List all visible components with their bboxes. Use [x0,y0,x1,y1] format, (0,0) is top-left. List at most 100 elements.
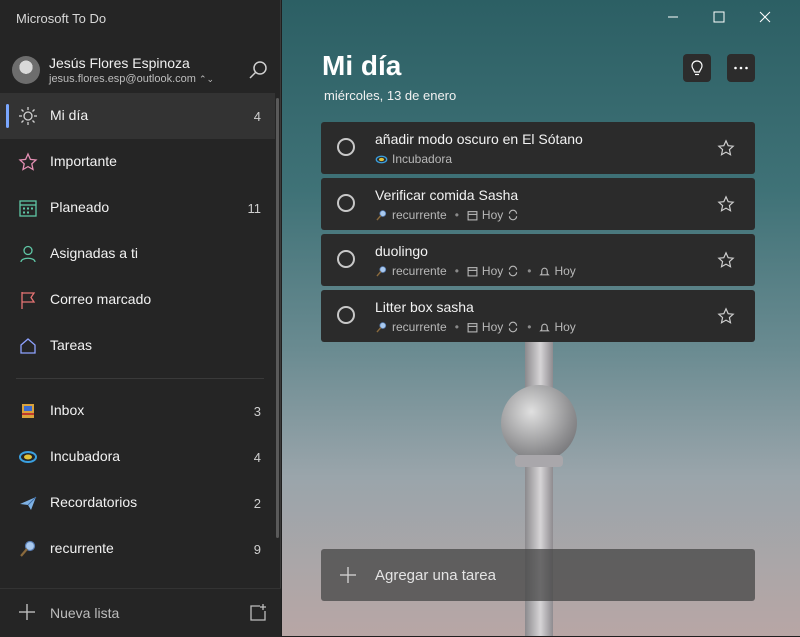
magnifier-emoji-icon [376,209,387,221]
magnifier-emoji-icon [376,265,387,277]
sidebar-item-correo-marcado[interactable]: Correo marcado [0,277,275,323]
sidebar-item-label: Recordatorios [50,494,138,510]
sidebar-item-count: 4 [253,450,261,465]
sidebar-item-asignadas[interactable]: Asignadas a ti [0,231,275,277]
meta-separator: • [454,320,459,334]
task-meta: recurrente • Hoy • Hoy [375,320,576,334]
plus-icon [19,604,35,620]
new-list-label: Nueva lista [50,605,120,621]
calendar-icon [467,210,478,220]
star-icon[interactable] [717,307,735,325]
bell-icon [539,267,551,275]
task-list-name: recurrente [392,320,447,334]
sidebar-nav: Mi día 4 Importante Planeado 11 Asignada… [0,93,275,602]
incubator-emoji-icon [375,155,388,163]
sidebar-list-recordatorios[interactable]: Recordatorios 2 [0,480,275,526]
sidebar-scrollbar[interactable] [276,98,279,538]
add-task-label: Agregar una tarea [375,567,496,584]
add-task-input[interactable]: Agregar una tarea [321,549,755,601]
main-panel: Mi día miércoles, 13 de enero añadir mod… [282,0,800,636]
bell-icon [539,323,551,331]
task-title: añadir modo oscuro en El Sótano [375,131,583,147]
sidebar-item-label: Asignadas a ti [50,245,138,261]
task-due: Hoy [481,320,504,334]
sidebar-item-label: Incubadora [50,448,121,464]
task-list: añadir modo oscuro en El Sótano Incubado… [321,122,755,346]
profile-name: Jesús Flores Espinoza [49,55,190,71]
task-title: duolingo [375,243,428,259]
repeat-icon [509,265,518,277]
task-item[interactable]: duolingo recurrente • Hoy • Hoy [321,234,755,286]
task-meta: recurrente • Hoy [375,208,519,222]
active-indicator [6,104,9,128]
home-icon [20,338,36,354]
app-window: Microsoft To Do Jesús Flores Espinoza je… [0,0,800,637]
star-icon[interactable] [717,251,735,269]
profile-switcher[interactable]: Jesús Flores Espinoza jesus.flores.esp@o… [0,48,281,92]
sidebar-item-count: 4 [253,109,261,124]
background-tower [501,385,577,461]
complete-checkbox[interactable] [337,194,355,212]
star-icon[interactable] [717,195,735,213]
sidebar-item-label: Tareas [50,337,93,353]
profile-email: jesus.flores.esp@outlook.com ⌃⌄ [49,73,215,85]
sidebar-list-recurrente[interactable]: recurrente 9 [0,526,275,572]
sidebar-item-count: 11 [247,201,262,216]
plus-icon [340,567,356,583]
sidebar-item-planeado[interactable]: Planeado 11 [0,185,275,231]
star-icon[interactable] [717,139,735,157]
task-reminder: Hoy [554,320,576,334]
window-controls [650,0,800,34]
page-date: miércoles, 13 de enero [324,88,457,103]
task-list-name: Incubadora [392,152,453,166]
flag-icon [21,292,36,309]
new-list-button[interactable]: Nueva lista [0,588,281,637]
minimize-icon [668,16,678,18]
sidebar-item-importante[interactable]: Importante [0,139,275,185]
complete-checkbox[interactable] [337,306,355,324]
task-title: Verificar comida Sasha [375,187,519,203]
task-reminder: Hoy [554,264,576,278]
complete-checkbox[interactable] [337,138,355,156]
new-group-icon[interactable] [248,603,268,623]
sidebar-item-mi-dia[interactable]: Mi día 4 [0,93,275,139]
star-icon [18,152,38,171]
sidebar-item-count: 2 [253,496,261,511]
calendar-icon [19,200,37,217]
more-options-button[interactable] [727,54,755,82]
background-tower [515,455,563,467]
task-item[interactable]: Verificar comida Sasha recurrente • Hoy [321,178,755,230]
task-item[interactable]: Litter box sasha recurrente • Hoy • Hoy [321,290,755,342]
complete-checkbox[interactable] [337,250,355,268]
magnifier-emoji-icon [20,540,36,557]
meta-separator: • [454,264,459,278]
repeat-icon [509,321,518,333]
sidebar-list-inbox[interactable]: Inbox 3 [0,388,275,434]
sidebar-list-incubadora[interactable]: Incubadora 4 [0,434,275,480]
sidebar-item-label: Importante [50,153,117,169]
person-icon [20,245,36,263]
meta-separator: • [527,320,532,334]
sidebar-separator [16,378,264,379]
task-due: Hoy [481,264,504,278]
close-button[interactable] [742,0,788,34]
task-title: Litter box sasha [375,299,474,315]
close-icon [759,11,771,23]
calendar-icon [467,266,478,276]
task-item[interactable]: añadir modo oscuro en El Sótano Incubado… [321,122,755,174]
sidebar-item-tareas[interactable]: Tareas [0,323,275,369]
sidebar-item-label: recurrente [50,540,114,556]
sidebar-item-count: 3 [253,404,261,419]
incubator-emoji-icon [19,451,37,463]
minimize-button[interactable] [650,0,696,34]
search-button[interactable] [246,58,270,82]
sidebar-item-label: Correo marcado [50,291,152,307]
calendar-icon [467,322,478,332]
sidebar-item-label: Planeado [50,199,110,215]
suggestions-button[interactable] [683,54,711,82]
meta-separator: • [527,264,532,278]
ellipsis-icon [734,66,748,70]
airplane-emoji-icon [20,496,37,510]
maximize-button[interactable] [696,0,742,34]
repeat-icon [509,209,518,221]
